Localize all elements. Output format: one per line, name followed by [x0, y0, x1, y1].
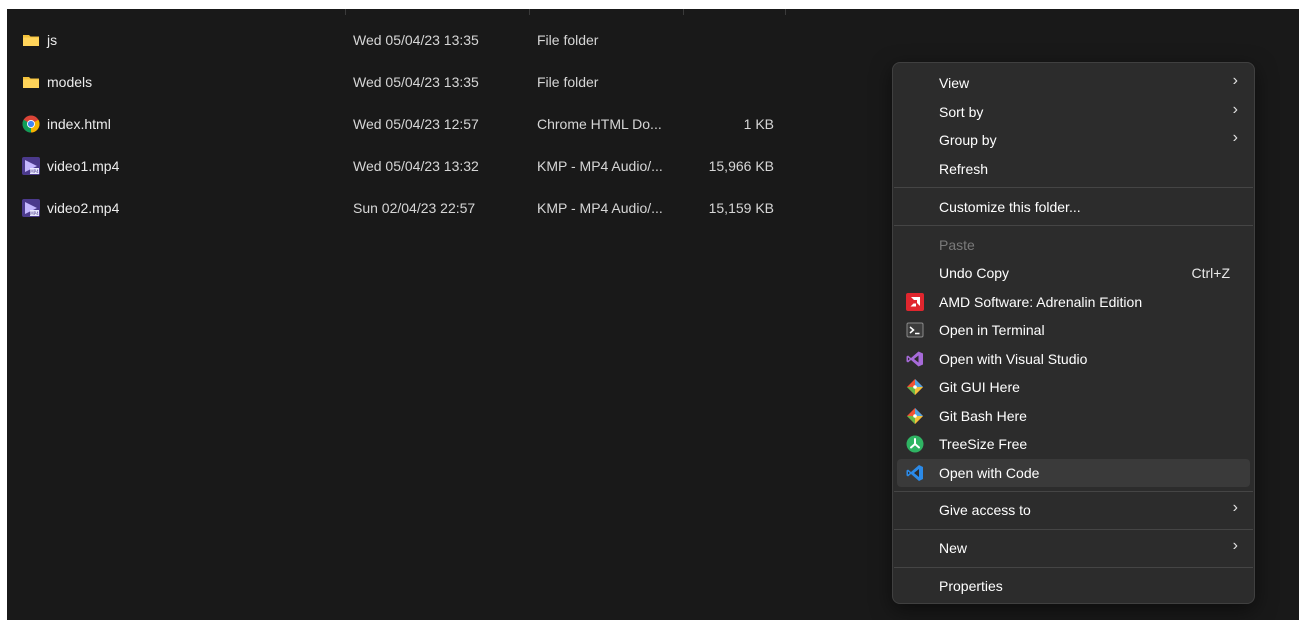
file-row-video2-mp4[interactable]: MP4 video2.mp4 Sun 02/04/23 22:57 KMP - … [7, 194, 797, 222]
shortcut-text: Ctrl+Z [1191, 265, 1231, 281]
column-divider-type[interactable] [683, 9, 684, 15]
menu-item-label: Give access to [939, 502, 1031, 518]
menu-item-label: Undo Copy [939, 265, 1010, 281]
menu-separator [894, 529, 1253, 530]
file-size: 15,159 KB [708, 200, 774, 216]
file-row-video1-mp4[interactable]: MP4 video1.mp4 Wed 05/04/23 13:32 KMP - … [7, 152, 797, 180]
menu-item-open-terminal[interactable]: Open in Terminal [897, 316, 1250, 344]
chrome-icon [22, 115, 40, 133]
file-name: video1.mp4 [47, 158, 120, 174]
file-name: js [47, 32, 58, 48]
menu-item-sort-by[interactable]: Sort by › [897, 98, 1250, 126]
menu-item-view[interactable]: View › [897, 69, 1250, 97]
file-type: KMP - MP4 Audio/... [537, 200, 663, 216]
menu-item-label: Git Bash Here [939, 408, 1027, 424]
menu-item-give-access[interactable]: Give access to › [897, 496, 1250, 524]
menu-item-open-with-code[interactable]: Open with Code [897, 459, 1250, 487]
menu-item-git-gui[interactable]: Git GUI Here [897, 373, 1250, 401]
column-divider-name[interactable] [345, 9, 346, 15]
menu-item-label: Customize this folder... [939, 199, 1081, 215]
git-icon [907, 408, 923, 424]
file-row-js[interactable]: js Wed 05/04/23 13:35 File folder [7, 26, 797, 54]
chevron-right-icon: › [1232, 499, 1238, 516]
chevron-right-icon: › [1232, 537, 1238, 554]
menu-item-label: Paste [939, 237, 975, 253]
file-size: 1 KB [743, 116, 774, 132]
menu-item-label: New [939, 540, 968, 556]
file-name: video2.mp4 [47, 200, 120, 216]
chevron-right-icon: › [1232, 129, 1238, 146]
file-name: models [47, 74, 93, 90]
file-type: File folder [537, 32, 599, 48]
column-divider-size[interactable] [785, 9, 786, 15]
file-date-modified: Sun 02/04/23 22:57 [353, 200, 476, 216]
kmp-video-icon: MP4 [22, 157, 40, 175]
treesize-icon [906, 435, 924, 453]
menu-item-undo-copy[interactable]: Undo Copy Ctrl+Z [897, 259, 1250, 287]
folder-icon [23, 35, 39, 46]
menu-item-label: TreeSize Free [939, 436, 1028, 452]
menu-item-amd-software[interactable]: AMD Software: Adrenalin Edition [897, 288, 1250, 316]
folder-icon [23, 77, 39, 88]
menu-item-label: Refresh [939, 161, 989, 177]
menu-item-new[interactable]: New › [897, 534, 1250, 562]
menu-separator [894, 225, 1253, 226]
menu-item-label: View [939, 75, 970, 91]
file-row-index-html[interactable]: index.html Wed 05/04/23 12:57 Chrome HTM… [7, 110, 797, 138]
column-divider-date[interactable] [529, 9, 530, 15]
terminal-icon [906, 322, 924, 338]
git-icon [907, 379, 923, 395]
file-row-models[interactable]: models Wed 05/04/23 13:35 File folder [7, 68, 797, 96]
menu-item-label: Properties [939, 578, 1003, 594]
kmp-video-icon: MP4 [22, 199, 40, 217]
file-type: File folder [537, 74, 599, 90]
amd-icon [906, 293, 924, 311]
menu-item-properties[interactable]: Properties [897, 572, 1250, 600]
file-date-modified: Wed 05/04/23 12:57 [353, 116, 479, 132]
vscode-icon [906, 465, 923, 481]
svg-text:MP4: MP4 [30, 169, 39, 174]
menu-item-treesize[interactable]: TreeSize Free [897, 430, 1250, 458]
menu-item-label: Git GUI Here [939, 379, 1020, 395]
menu-item-open-visual-studio[interactable]: Open with Visual Studio [897, 345, 1250, 373]
chevron-right-icon: › [1232, 72, 1238, 89]
file-size: 15,966 KB [708, 158, 774, 174]
menu-separator [894, 187, 1253, 188]
menu-separator [894, 491, 1253, 492]
file-date-modified: Wed 05/04/23 13:32 [353, 158, 479, 174]
menu-item-label: Open in Terminal [939, 322, 1045, 338]
file-date-modified: Wed 05/04/23 13:35 [353, 74, 479, 90]
svg-text:MP4: MP4 [30, 211, 39, 216]
menu-item-group-by[interactable]: Group by › [897, 126, 1250, 154]
menu-item-git-bash[interactable]: Git Bash Here [897, 402, 1250, 430]
menu-item-label: Group by [939, 132, 997, 148]
menu-item-paste: Paste [897, 231, 1250, 259]
file-type: Chrome HTML Do... [537, 116, 662, 132]
chevron-right-icon: › [1232, 101, 1238, 118]
menu-item-label: Sort by [939, 104, 984, 120]
menu-item-label: AMD Software: Adrenalin Edition [939, 294, 1143, 310]
file-type: KMP - MP4 Audio/... [537, 158, 663, 174]
menu-item-label: Open with Visual Studio [939, 351, 1088, 367]
visual-studio-icon [906, 351, 923, 367]
file-name: index.html [47, 116, 111, 132]
menu-item-label: Open with Code [939, 465, 1040, 481]
file-date-modified: Wed 05/04/23 13:35 [353, 32, 479, 48]
menu-separator [894, 567, 1253, 568]
menu-item-refresh[interactable]: Refresh [897, 155, 1250, 183]
menu-item-customize-folder[interactable]: Customize this folder... [897, 193, 1250, 221]
context-menu: View › Sort by › Group by › Refresh Cust… [892, 62, 1255, 604]
